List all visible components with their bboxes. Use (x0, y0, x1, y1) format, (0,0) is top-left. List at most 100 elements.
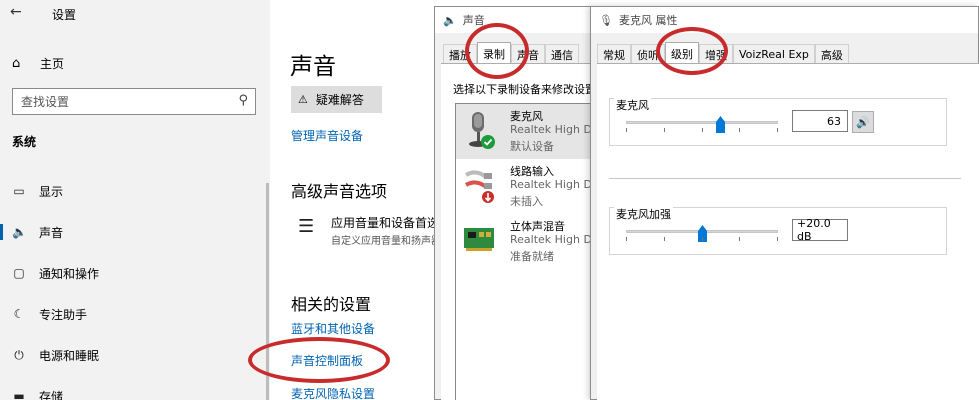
microphone-boost-group: 麦克风加强 +20.0 dB (609, 206, 947, 255)
search-icon[interactable]: ⚲ (238, 93, 248, 108)
microphone-properties-dialog: 🎙 麦克风 属性 常规 侦听 级别 增强 VoizReal Exp 高级 麦克风… (590, 6, 979, 400)
sidebar-item-notifications[interactable]: ▢ 通知和操作 (0, 260, 270, 286)
microphone-level-label: 麦克风 (614, 97, 651, 113)
device-name: 立体声混音 (510, 220, 565, 233)
list-item[interactable]: 麦克风 Realtek High Definition Audio 默认设备 (456, 104, 598, 159)
home-label: 主页 (40, 56, 65, 71)
sidebar-item-sound[interactable]: 🔈 声音 (0, 219, 270, 245)
sidebar-scrollbar[interactable] (266, 183, 269, 400)
microphone-level-group: 麦克风 63 🔊 (609, 97, 947, 146)
tab-enhancements[interactable]: 增强 (699, 44, 733, 64)
microphone-boost-value: +20.0 dB (792, 217, 848, 243)
microphone-icon: 🎙 (599, 13, 613, 27)
advanced-sound-options-heading: 高级声音选项 (291, 182, 388, 201)
list-item[interactable]: 立体声混音 Realtek High Definition Audio 准备就绪 (456, 214, 598, 269)
sidebar-item-label: 通知和操作 (39, 266, 100, 281)
properties-title: 麦克风 属性 (618, 14, 678, 27)
speaker-icon: 🔈 (12, 225, 27, 239)
device-name: 线路输入 (510, 165, 554, 178)
slider-tick (702, 237, 703, 241)
device-status: 准备就绪 (510, 250, 554, 263)
power-icon: ⏻ (14, 347, 24, 362)
troubleshoot-label: 疑难解答 (315, 93, 364, 107)
slider-tick (777, 237, 778, 241)
device-driver: Realtek High Definition Audio (510, 178, 598, 191)
slider-tick (777, 128, 778, 132)
notification-icon: ▢ (13, 266, 25, 280)
microphone-icon (469, 112, 495, 149)
tab-advanced[interactable]: 高级 (814, 44, 849, 64)
microphone-privacy-link[interactable]: 麦克风隐私设置 (291, 385, 375, 400)
speaker-icon: 🔊 (856, 115, 870, 129)
sidebar-item-power[interactable]: ⏻ 电源和睡眠 (0, 342, 270, 368)
related-settings-heading: 相关的设置 (291, 295, 372, 314)
recording-prompt: 选择以下录制设备来修改设置: (453, 83, 598, 96)
tab-levels[interactable]: 级别 (665, 42, 699, 64)
sound-dialog-titlebar[interactable]: 🔈 声音 (435, 7, 598, 33)
properties-titlebar[interactable]: 🎙 麦克风 属性 (591, 7, 978, 33)
recording-tab-panel: 选择以下录制设备来修改设置: 麦克风 Realtek High Definiti… (441, 63, 599, 400)
device-name: 麦克风 (510, 110, 543, 123)
microphone-level-input[interactable]: 63 (792, 110, 848, 132)
system-section-label: 系统 (12, 135, 37, 149)
tab-playback[interactable]: 播放 (443, 44, 477, 64)
slider-tick (702, 128, 703, 132)
tab-recording[interactable]: 录制 (477, 42, 511, 64)
bluetooth-devices-link[interactable]: 蓝牙和其他设备 (291, 320, 375, 337)
microphone-boost-slider[interactable] (626, 225, 778, 242)
app-volume-title[interactable]: 应用音量和设备首选项 (331, 214, 436, 231)
tab-general[interactable]: 常规 (597, 44, 631, 64)
settings-search-input[interactable] (13, 89, 223, 114)
sidebar-item-storage[interactable]: ▬ 存储 (0, 383, 270, 400)
sound-control-panel-link[interactable]: 声音控制面板 (291, 352, 363, 369)
slider-thumb[interactable] (716, 116, 725, 133)
speaker-icon: 🔈 (443, 13, 457, 27)
device-status: 默认设备 (510, 140, 554, 153)
slider-track (626, 121, 778, 124)
microphone-boost-label: 麦克风加强 (614, 206, 673, 222)
sidebar-item-label: 电源和睡眠 (39, 348, 100, 363)
recording-device-list: 麦克风 Realtek High Definition Audio 默认设备 线… (455, 103, 599, 400)
sound-tabs: 播放 录制 声音 通信 (443, 42, 579, 64)
sound-dialog: 🔈 声音 播放 录制 声音 通信 选择以下录制设备来修改设置: 麦克风 Real… (434, 6, 599, 400)
device-driver: Realtek High Definition Audio (510, 123, 598, 136)
page-title: 声音 (290, 54, 336, 80)
slider-tick (739, 128, 740, 132)
storage-icon: ▬ (13, 389, 25, 400)
tab-listen[interactable]: 侦听 (631, 44, 665, 64)
sidebar-item-label: 存储 (39, 389, 64, 400)
slider-tick (626, 237, 627, 241)
display-icon: ▭ (13, 184, 25, 198)
sound-card-icon (464, 228, 494, 251)
troubleshoot-button[interactable]: ⚠ 疑难解答 (291, 86, 382, 113)
line-in-cable-icon (464, 170, 494, 203)
home-nav-item[interactable]: ⌂ 主页 (12, 53, 64, 73)
slider-tick (739, 237, 740, 241)
sliders-icon: ☰ (298, 216, 315, 237)
microphone-level-slider[interactable] (626, 116, 778, 133)
device-status: 未插入 (510, 195, 543, 208)
slider-tick (626, 128, 627, 132)
sidebar-item-focus-assist[interactable]: ☾ 专注助手 (0, 301, 270, 327)
back-arrow-icon[interactable]: ← (10, 4, 22, 20)
home-icon: ⌂ (12, 55, 21, 71)
slider-tick (664, 128, 665, 132)
settings-search-box[interactable]: ⚲ (12, 88, 256, 115)
manage-sound-devices-link[interactable]: 管理声音设备 (291, 127, 363, 144)
levels-tab-panel: 麦克风 63 🔊 麦克风加强 +20.0 dB (597, 63, 979, 400)
mute-toggle-button[interactable]: 🔊 (852, 111, 874, 133)
slider-tick (664, 237, 665, 241)
tab-voizreal[interactable]: VoizReal Exp (733, 44, 815, 64)
settings-title: 设置 (52, 8, 77, 22)
tab-sounds[interactable]: 声音 (511, 44, 545, 64)
list-item[interactable]: 线路输入 Realtek High Definition Audio 未插入 (456, 159, 598, 214)
sidebar-item-label: 显示 (39, 184, 64, 199)
device-driver: Realtek High Definition Audio (510, 233, 598, 246)
warning-icon: ⚠ (298, 93, 308, 106)
sidebar-item-display[interactable]: ▭ 显示 (0, 178, 270, 204)
tab-communications[interactable]: 通信 (545, 44, 579, 64)
sound-dialog-title: 声音 (462, 14, 485, 27)
properties-tabs: 常规 侦听 级别 增强 VoizReal Exp 高级 (597, 42, 849, 64)
app-volume-description: 自定义应用音量和扬声器 (331, 236, 436, 247)
sidebar-item-label: 专注助手 (39, 307, 88, 322)
